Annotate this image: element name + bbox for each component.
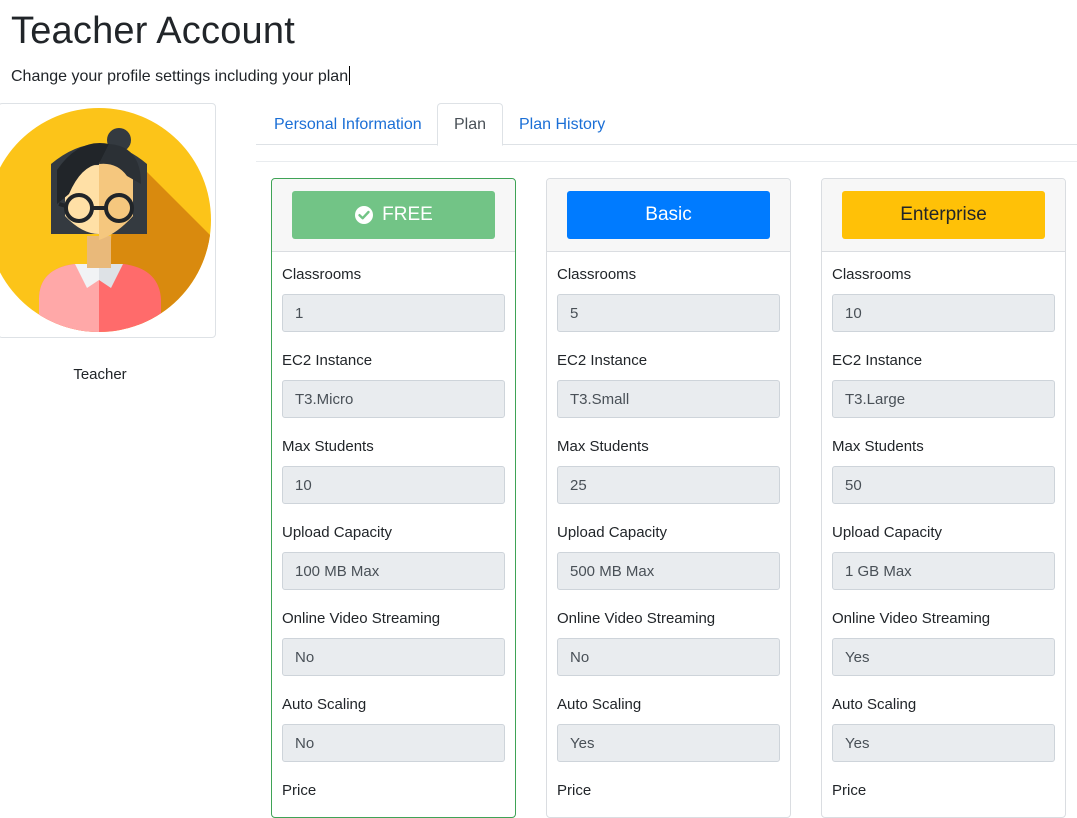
classrooms-label: Classrooms <box>282 266 362 283</box>
price-label: Price <box>557 782 592 799</box>
enterprise-plan-button[interactable]: Enterprise <box>842 191 1045 239</box>
video-streaming-label: Online Video Streaming <box>832 610 991 627</box>
classrooms-field: 1 <box>282 294 505 332</box>
classrooms-field: 5 <box>557 294 780 332</box>
ec2-instance-label: EC2 Instance <box>557 352 648 369</box>
divider <box>256 161 1077 162</box>
plan-card-basic: Basic Classrooms 5 EC2 Instance T3.Small… <box>546 178 791 818</box>
plan-card-header: Enterprise <box>822 179 1065 252</box>
basic-plan-button[interactable]: Basic <box>567 191 770 239</box>
profile-name: Teacher <box>73 366 127 383</box>
max-students-label: Max Students <box>832 438 924 455</box>
tab-plan[interactable]: Plan <box>437 103 504 146</box>
plan-card-header: Basic <box>547 179 790 252</box>
video-streaming-field: Yes <box>832 638 1055 676</box>
ec2-instance-field: T3.Large <box>832 380 1055 418</box>
upload-capacity-label: Upload Capacity <box>557 524 668 541</box>
price-label: Price <box>282 782 317 799</box>
video-streaming-label: Online Video Streaming <box>557 610 716 627</box>
page-title: Teacher Account <box>11 10 295 52</box>
max-students-field: 25 <box>557 466 780 504</box>
auto-scaling-label: Auto Scaling <box>832 696 917 713</box>
auto-scaling-label: Auto Scaling <box>282 696 367 713</box>
tab-personal-information[interactable]: Personal Information <box>257 103 439 145</box>
plan-card-header: FREE <box>272 179 515 252</box>
auto-scaling-field: No <box>282 724 505 762</box>
tab-bar: Personal Information Plan Plan History <box>256 103 1077 146</box>
check-circle-icon <box>355 206 374 224</box>
plan-card-enterprise: Enterprise Classrooms 10 EC2 Instance T3… <box>821 178 1066 818</box>
price-label: Price <box>832 782 867 799</box>
max-students-label: Max Students <box>557 438 649 455</box>
upload-capacity-field: 500 MB Max <box>557 552 780 590</box>
basic-plan-label: Basic <box>645 204 692 225</box>
enterprise-plan-label: Enterprise <box>900 204 987 225</box>
ec2-instance-field: T3.Micro <box>282 380 505 418</box>
plan-card-free: FREE Classrooms 1 EC2 Instance T3.Micro … <box>271 178 516 818</box>
free-plan-label: FREE <box>382 204 433 225</box>
text-cursor <box>349 66 351 85</box>
upload-capacity-label: Upload Capacity <box>282 524 393 541</box>
upload-capacity-label: Upload Capacity <box>832 524 943 541</box>
page-subtitle: Change your profile settings including y… <box>11 66 351 86</box>
subtitle-text: Change your profile settings including y… <box>11 68 349 85</box>
classrooms-label: Classrooms <box>557 266 637 283</box>
video-streaming-label: Online Video Streaming <box>282 610 441 627</box>
classrooms-label: Classrooms <box>832 266 912 283</box>
tab-plan-history[interactable]: Plan History <box>502 103 622 145</box>
upload-capacity-field: 100 MB Max <box>282 552 505 590</box>
ec2-instance-label: EC2 Instance <box>282 352 373 369</box>
ec2-instance-field: T3.Small <box>557 380 780 418</box>
max-students-label: Max Students <box>282 438 374 455</box>
upload-capacity-field: 1 GB Max <box>832 552 1055 590</box>
video-streaming-field: No <box>282 638 505 676</box>
ec2-instance-label: EC2 Instance <box>832 352 923 369</box>
free-plan-button[interactable]: FREE <box>292 191 495 239</box>
classrooms-field: 10 <box>832 294 1055 332</box>
auto-scaling-label: Auto Scaling <box>557 696 642 713</box>
teacher-avatar-icon <box>0 108 211 332</box>
video-streaming-field: No <box>557 638 780 676</box>
auto-scaling-field: Yes <box>832 724 1055 762</box>
avatar <box>0 103 216 338</box>
max-students-field: 50 <box>832 466 1055 504</box>
auto-scaling-field: Yes <box>557 724 780 762</box>
max-students-field: 10 <box>282 466 505 504</box>
